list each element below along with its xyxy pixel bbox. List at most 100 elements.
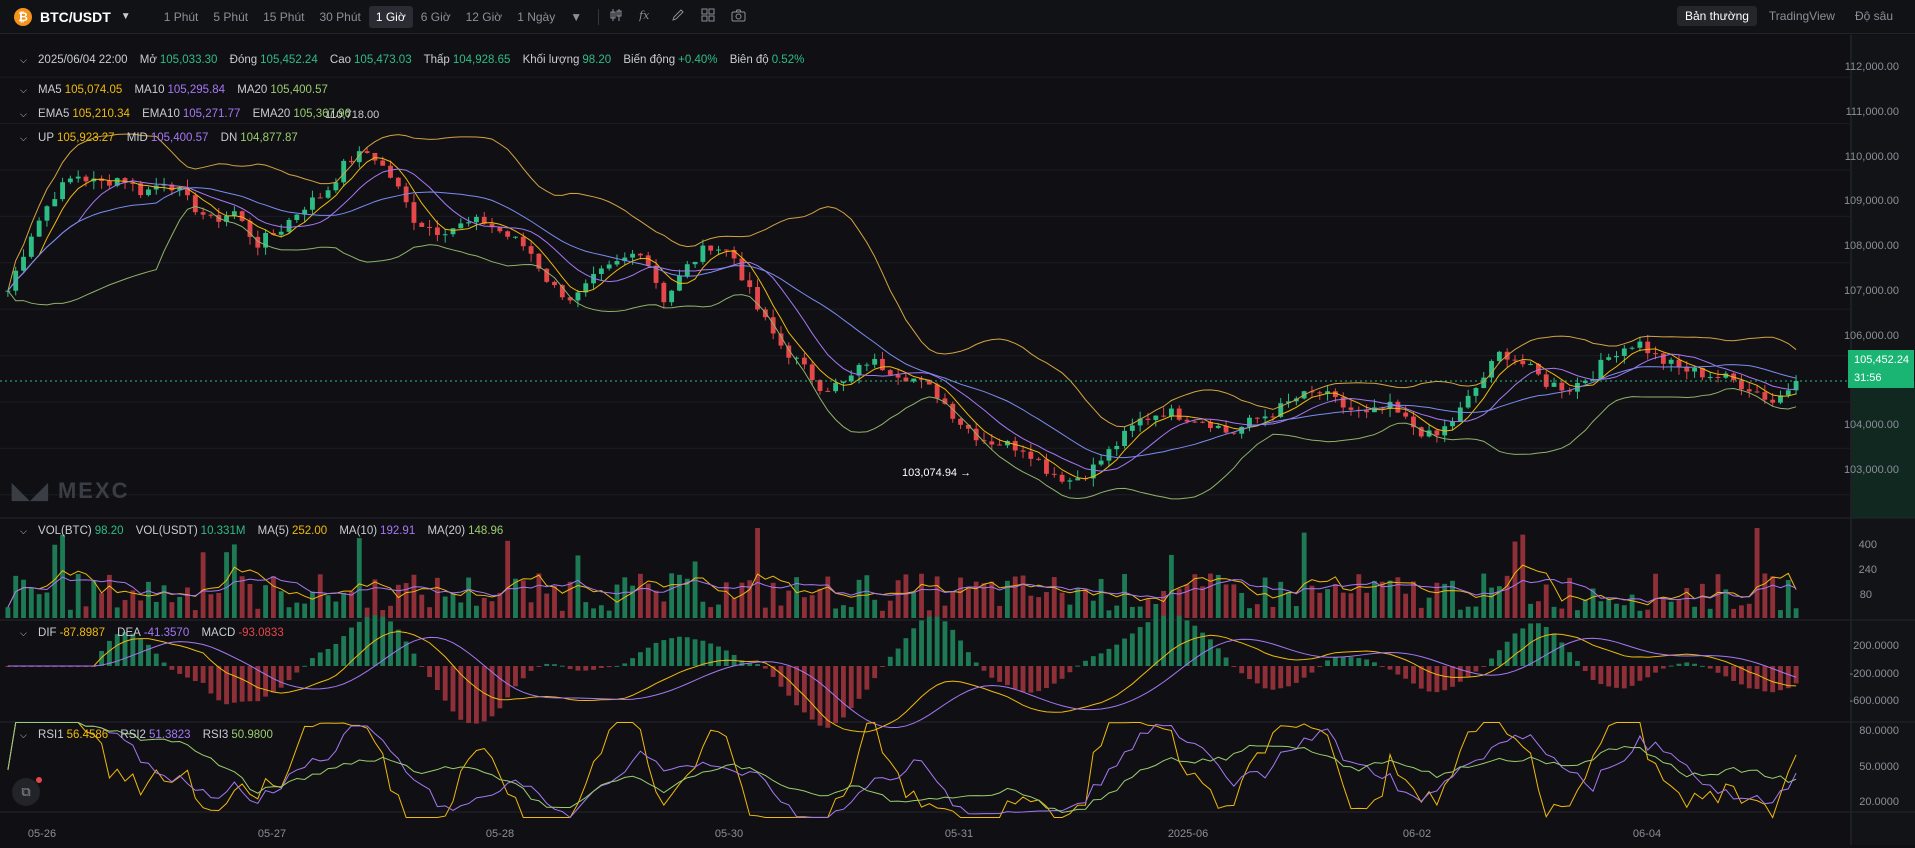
volume-bar <box>1660 597 1666 618</box>
date-label: 05-30 <box>714 828 744 840</box>
timeframe-more-chevron-icon[interactable]: ▼ <box>563 6 589 28</box>
candle-body <box>231 211 237 216</box>
boll-up-label: UP <box>38 132 55 144</box>
volume-bar <box>1067 604 1073 618</box>
volume-bar <box>278 591 284 618</box>
volume-bar <box>1083 588 1088 618</box>
volume-bar <box>1567 577 1573 618</box>
macd-histogram-bar <box>1746 666 1752 689</box>
chart-svg[interactable] <box>0 35 1915 845</box>
candle-body <box>637 253 643 256</box>
volume-bar <box>1332 584 1338 618</box>
collapse-chevron-icon[interactable]: ⌵ <box>20 55 27 65</box>
view-depth-tab[interactable]: Độ sâu <box>1847 6 1901 26</box>
volume-bar <box>1520 534 1526 618</box>
collapse-chevron-icon[interactable]: ⌵ <box>20 526 27 536</box>
amplitude-value: 0.52% <box>771 54 805 66</box>
volume-bar <box>1145 599 1151 618</box>
candle-body <box>278 231 284 235</box>
ma5-label: MA5 <box>38 84 62 96</box>
timeframe-12h[interactable]: 12 Giờ <box>459 6 510 28</box>
macd-histogram-bar <box>325 648 331 666</box>
timeframe-1h[interactable]: 1 Giờ <box>368 5 413 28</box>
collapse-chevron-icon[interactable]: ⌵ <box>20 730 27 740</box>
macd-histogram-bar <box>950 629 956 666</box>
macd-histogram-bar <box>349 627 354 666</box>
macd-histogram-bar <box>1575 661 1580 666</box>
candle-body <box>1200 421 1206 423</box>
candle-body <box>872 358 878 365</box>
collapse-chevron-icon[interactable]: ⌵ <box>20 85 27 95</box>
macd-value: -93.0833 <box>238 627 284 639</box>
volume-bar <box>700 601 706 618</box>
candle-body <box>1403 412 1409 417</box>
macd-histogram-bar <box>239 666 245 702</box>
candle-body <box>458 223 464 229</box>
macd-histogram-bar <box>622 663 628 666</box>
view-standard-tab[interactable]: Bản thường <box>1676 6 1757 26</box>
candle-body <box>356 151 362 163</box>
collapse-chevron-icon[interactable]: ⌵ <box>20 628 27 638</box>
volume-bar <box>419 594 425 618</box>
volume-bar <box>1418 607 1424 618</box>
layout-grid-icon[interactable] <box>701 8 715 25</box>
volume-bar <box>825 576 831 618</box>
candle-body <box>1395 401 1401 413</box>
timeframe-6h[interactable]: 6 Giờ <box>414 6 458 28</box>
camera-icon[interactable] <box>731 9 746 25</box>
macd-histogram-bar <box>1090 656 1096 666</box>
volume-bar <box>809 595 815 618</box>
volume-bar <box>1411 581 1416 618</box>
candle-body <box>395 177 401 187</box>
timeframe-1d[interactable]: 1 Ngày <box>510 6 562 28</box>
macd-histogram-bar <box>872 666 878 679</box>
macd-histogram-bar <box>614 665 620 667</box>
candle-body <box>1762 392 1768 400</box>
volume-bar <box>1200 586 1206 618</box>
collapse-chevron-icon[interactable]: ⌵ <box>20 133 27 143</box>
volume-bar <box>122 600 128 618</box>
symbol-selector[interactable]: ₿ BTC/USDT ▼ <box>14 7 131 26</box>
ema-legend: ⌵ EMA5 105,210.34 EMA10 105,271.77 EMA20 10… <box>20 108 351 120</box>
vol-axis-label: 80 <box>1859 589 1872 601</box>
timeframe-1m[interactable]: 1 Phút <box>157 6 206 28</box>
volume-label: Khối lượng <box>522 54 580 66</box>
high-value: 105,473.03 <box>354 54 412 66</box>
macd-histogram-bar <box>989 666 995 678</box>
macd-histogram-bar <box>934 616 940 666</box>
macd-histogram-bar <box>778 666 784 687</box>
symbol-label: BTC/USDT <box>40 8 111 25</box>
volume-bar <box>716 604 721 618</box>
macd-histogram-bar <box>1731 666 1737 681</box>
macd-histogram-bar <box>1699 665 1705 667</box>
volume-bar <box>13 575 19 618</box>
macd-histogram-bar <box>762 666 768 669</box>
date-label: 06-02 <box>1402 828 1432 840</box>
volume-bar <box>1309 585 1315 618</box>
view-tradingview-tab[interactable]: TradingView <box>1761 6 1843 26</box>
volume-bar <box>1239 592 1245 618</box>
candle-body <box>887 370 893 375</box>
volume-bar <box>1465 606 1471 618</box>
price-axis-label: 103,000.00 <box>1843 464 1899 476</box>
candle-body <box>1598 359 1604 380</box>
indicator-fx-icon[interactable]: fx <box>638 8 655 25</box>
macd-histogram-bar <box>653 642 659 666</box>
chart-area[interactable] <box>0 35 1915 845</box>
timeframe-30m[interactable]: 30 Phút <box>312 6 367 28</box>
candle-body <box>575 292 581 301</box>
volume-bar <box>1114 605 1120 618</box>
timeframe-5m[interactable]: 5 Phút <box>206 6 255 28</box>
candle-settings-icon[interactable] <box>609 8 623 25</box>
volume-bar <box>552 585 557 618</box>
draw-pen-icon[interactable] <box>671 8 685 25</box>
view-mode-tabs: Bản thường TradingView Độ sâu <box>1676 6 1901 26</box>
collapse-chevron-icon[interactable]: ⌵ <box>20 109 27 119</box>
volume-bar <box>200 552 206 618</box>
candle-body <box>630 253 636 258</box>
candle-body <box>520 236 526 247</box>
volume-bar <box>270 576 276 618</box>
chart-settings-icon[interactable]: ⧉ <box>12 778 40 806</box>
rsi-axis-label: 80.0000 <box>1859 725 1899 737</box>
timeframe-15m[interactable]: 15 Phút <box>256 6 311 28</box>
